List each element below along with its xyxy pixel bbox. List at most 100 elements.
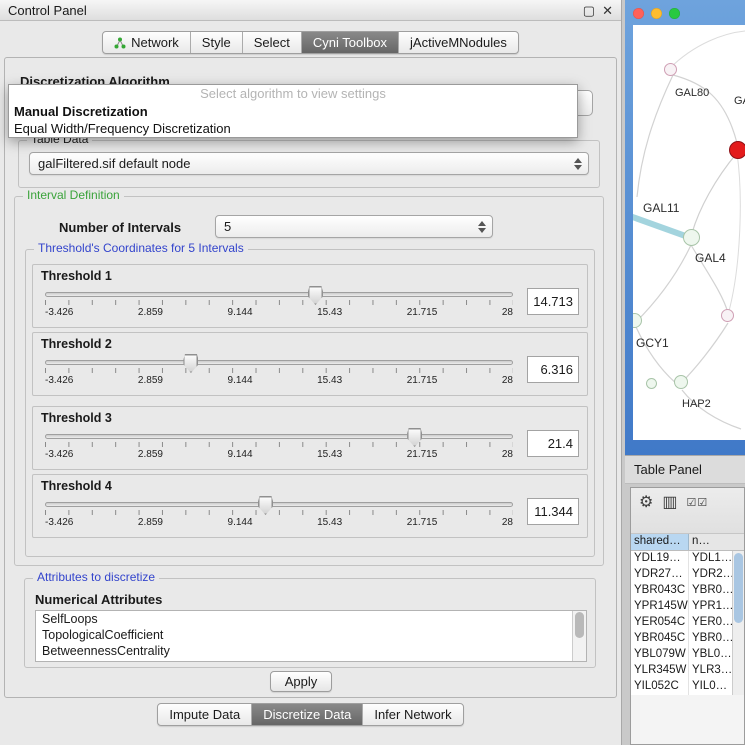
node-label: GA xyxy=(734,95,745,107)
combo-stepper-icon xyxy=(478,216,486,237)
zoom-traffic-icon[interactable] xyxy=(669,8,680,19)
table-header-row: shared… n… xyxy=(631,534,744,551)
threshold-2-panel: Threshold 2 -3.4262.8599.14415.4321.7152… xyxy=(32,332,588,396)
combo-stepper-icon xyxy=(574,153,582,174)
table-body: YDL19…YDL1… YDR27…YDR2… YBR043CYBR0… YPR… xyxy=(631,551,744,695)
restore-icon[interactable]: ▢ xyxy=(583,4,595,17)
scrollbar-thumb[interactable] xyxy=(575,612,584,638)
columns-icon[interactable]: ▥ xyxy=(662,494,677,512)
bottom-tab-bar: Impute Data Discretize Data Infer Networ… xyxy=(0,703,621,726)
network-node[interactable] xyxy=(674,375,688,389)
network-node[interactable] xyxy=(683,229,700,246)
select-checkbox-icon[interactable]: ☑☑ xyxy=(686,494,708,512)
dropdown-option-manual[interactable]: Manual Discretization xyxy=(9,103,577,120)
top-tab-bar: Network Style Select Cyni Toolbox jActiv… xyxy=(0,31,621,54)
threshold-3-panel: Threshold 3 -3.4262.8599.14415.4321.7152… xyxy=(32,406,588,470)
table-row[interactable]: YER054CYER0… xyxy=(631,615,744,631)
node-label: GAL80 xyxy=(675,87,709,99)
tab-select[interactable]: Select xyxy=(243,32,302,53)
network-node[interactable] xyxy=(664,63,677,76)
list-item[interactable]: SelfLoops xyxy=(36,611,586,627)
slider-scale: -3.4262.8599.14415.4321.71528 xyxy=(45,375,513,386)
table-row[interactable]: YBL079WYBL0… xyxy=(631,647,744,663)
network-node[interactable] xyxy=(646,378,657,389)
table-row[interactable]: YDR27…YDR2… xyxy=(631,567,744,583)
threshold-2-slider[interactable] xyxy=(45,360,513,365)
slider-scale: -3.4262.8599.14415.4321.71528 xyxy=(45,307,513,318)
threshold-3-slider[interactable] xyxy=(45,434,513,439)
table-scrollbar[interactable] xyxy=(732,551,744,695)
tab-impute-data[interactable]: Impute Data xyxy=(158,704,252,725)
threshold-4-panel: Threshold 4 -3.4262.8599.14415.4321.7152… xyxy=(32,474,588,538)
column-header-name[interactable]: n… xyxy=(689,534,744,550)
close-icon[interactable]: ✕ xyxy=(602,4,613,17)
node-label: GAL11 xyxy=(643,201,679,215)
table-data-combobox[interactable]: galFiltered.sif default node xyxy=(29,152,589,175)
threshold-4-value-field[interactable]: 11.344 xyxy=(527,498,579,525)
table-row[interactable]: YBR045CYBR0… xyxy=(631,631,744,647)
table-panel-title: Table Panel xyxy=(634,462,702,477)
attributes-list[interactable]: SelfLoops TopologicalCoefficient Between… xyxy=(35,610,587,662)
close-traffic-icon[interactable] xyxy=(633,8,644,19)
threshold-1-panel: Threshold 1 -3.4262.8599.14415.4321.7152… xyxy=(32,264,588,328)
node-label: GCY1 xyxy=(636,336,669,350)
window-title: Control Panel xyxy=(8,3,87,18)
threshold-2-value-field[interactable]: 6.316 xyxy=(527,356,579,383)
scrollbar-thumb[interactable] xyxy=(734,553,743,623)
slider-ticks xyxy=(45,442,513,447)
titlebar: Control Panel ▢ ✕ xyxy=(0,0,621,21)
minimize-traffic-icon[interactable] xyxy=(651,8,662,19)
node-label: GAL4 xyxy=(695,251,726,265)
slider-ticks xyxy=(45,368,513,373)
number-of-intervals-combobox[interactable]: 5 xyxy=(215,215,493,238)
number-of-intervals-label: Number of Intervals xyxy=(59,220,181,235)
apply-button[interactable]: Apply xyxy=(270,671,332,692)
threshold-4-slider[interactable] xyxy=(45,502,513,507)
tab-cyni-toolbox[interactable]: Cyni Toolbox xyxy=(302,32,399,53)
traffic-lights xyxy=(633,8,680,19)
threshold-2-label: Threshold 2 xyxy=(41,337,579,351)
gear-icon[interactable]: ⚙ xyxy=(639,494,653,512)
table-toolbar: ⚙ ▥ ☑☑ xyxy=(631,488,744,534)
table-row[interactable]: YDL19…YDL1… xyxy=(631,551,744,567)
threshold-1-slider[interactable] xyxy=(45,292,513,297)
threshold-1-label: Threshold 1 xyxy=(41,269,579,283)
slider-ticks xyxy=(45,510,513,515)
threshold-3-value-field[interactable]: 21.4 xyxy=(527,430,579,457)
attributes-scrollbar[interactable] xyxy=(572,611,586,661)
network-node[interactable] xyxy=(721,309,734,322)
numerical-attributes-label: Numerical Attributes xyxy=(35,592,162,607)
tab-network[interactable]: Network xyxy=(103,32,191,53)
tab-infer-network[interactable]: Infer Network xyxy=(363,704,462,725)
interval-definition-title: Interval Definition xyxy=(23,188,124,202)
threshold-1-value-field[interactable]: 14.713 xyxy=(527,288,579,315)
network-canvas[interactable]: GAL80 GA GAL11 GAL4 GCY1 HAP2 xyxy=(633,25,745,440)
dropdown-option-equal-width[interactable]: Equal Width/Frequency Discretization xyxy=(9,120,577,137)
tab-discretize-data[interactable]: Discretize Data xyxy=(252,704,363,725)
slider-ticks xyxy=(45,300,513,305)
dropdown-placeholder: Select algorithm to view settings xyxy=(9,85,577,103)
tab-jactivemnodules[interactable]: jActiveMNodules xyxy=(399,32,518,53)
list-item[interactable]: TopologicalCoefficient xyxy=(36,627,586,643)
threshold-3-label: Threshold 3 xyxy=(41,411,579,425)
table-panel-window: ⚙ ▥ ☑☑ shared… n… YDL19…YDL1… YDR27…YDR2… xyxy=(630,487,745,745)
column-header-shared-name[interactable]: shared… xyxy=(631,534,689,550)
slider-scale: -3.4262.8599.14415.4321.71528 xyxy=(45,517,513,528)
algorithm-dropdown-popup: Select algorithm to view settings Manual… xyxy=(8,84,578,138)
highlighted-network-node[interactable] xyxy=(729,141,745,159)
thresholds-group-title: Threshold's Coordinates for 5 Intervals xyxy=(34,241,248,255)
node-label: HAP2 xyxy=(682,398,711,410)
table-row[interactable]: YBR043CYBR0… xyxy=(631,583,744,599)
tab-style[interactable]: Style xyxy=(191,32,243,53)
interval-definition-group: Interval Definition Number of Intervals … xyxy=(14,196,604,566)
network-view-window: GAL80 GA GAL11 GAL4 GCY1 HAP2 xyxy=(625,0,745,455)
attributes-group-title: Attributes to discretize xyxy=(33,570,159,584)
slider-scale: -3.4262.8599.14415.4321.71528 xyxy=(45,449,513,460)
threshold-4-label: Threshold 4 xyxy=(41,479,579,493)
table-row[interactable]: YIL052CYIL0… xyxy=(631,679,744,695)
list-item[interactable]: BetweennessCentrality xyxy=(36,643,586,659)
attributes-group: Attributes to discretize Numerical Attri… xyxy=(24,578,596,668)
table-row[interactable]: YLR345WYLR3… xyxy=(631,663,744,679)
control-panel-window: Control Panel ▢ ✕ Network Style Select C… xyxy=(0,0,622,745)
table-row[interactable]: YPR145WYPR1… xyxy=(631,599,744,615)
